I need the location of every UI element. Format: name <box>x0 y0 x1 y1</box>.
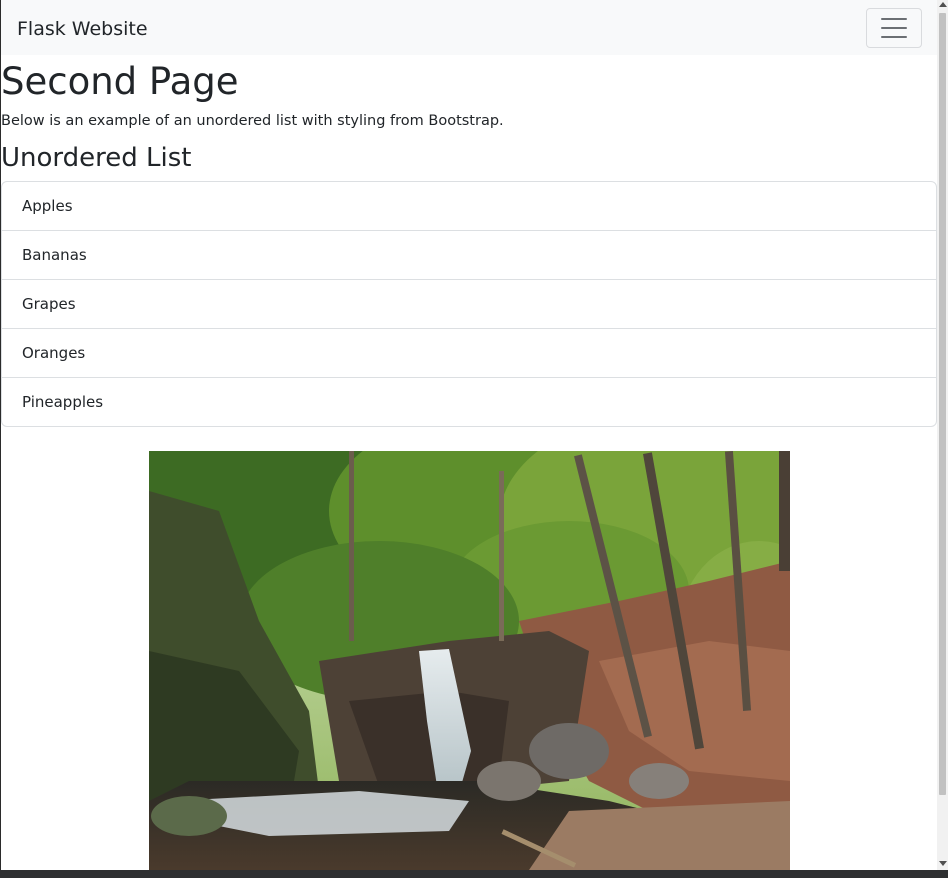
browser-viewport: Flask Website Second Page Below is an ex… <box>0 0 948 870</box>
page-description: Below is an example of an unordered list… <box>1 113 504 130</box>
list-item: Grapes <box>2 278 936 328</box>
scrollbar-thumb[interactable] <box>939 13 946 795</box>
list-item: Apples <box>22 196 73 215</box>
list-item: Bananas <box>2 229 936 279</box>
list-heading: Unordered List <box>1 143 192 174</box>
navbar-brand[interactable]: Flask Website <box>17 16 148 40</box>
scroll-up-icon[interactable] <box>939 2 947 7</box>
fruit-list: Apples Bananas Grapes Oranges Pineapples <box>1 180 937 427</box>
list-item: Pineapples <box>2 376 936 426</box>
navbar-toggler-button[interactable] <box>866 7 922 48</box>
hamburger-menu-icon <box>881 17 907 20</box>
scroll-down-icon[interactable] <box>939 861 947 866</box>
hamburger-menu-icon <box>881 26 907 29</box>
waterfall-forest-photo <box>149 451 790 870</box>
list-item: Oranges <box>2 327 936 377</box>
hamburger-menu-icon <box>881 35 907 38</box>
page-title: Second Page <box>1 60 239 103</box>
navbar: Flask Website <box>1 0 938 55</box>
vertical-scrollbar[interactable] <box>937 0 948 870</box>
taskbar-edge <box>0 870 948 878</box>
